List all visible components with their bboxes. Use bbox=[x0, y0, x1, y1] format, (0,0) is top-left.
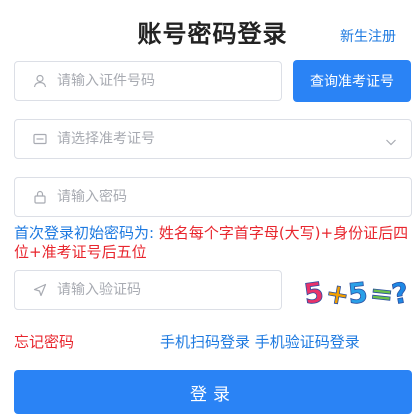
qr-login-link[interactable]: 手机扫码登录 bbox=[160, 333, 250, 351]
initial-password-hint: 首次登录初始密码为: 姓名每个字首字母(大写)+身份证后四位+准考证号后五位 bbox=[14, 224, 414, 262]
lock-icon bbox=[33, 190, 47, 204]
page-title: 账号密码登录 bbox=[137, 20, 288, 48]
captcha-graphic: 5+5 =? bbox=[301, 275, 411, 313]
exam-number-select-input[interactable] bbox=[57, 131, 257, 147]
id-card-icon bbox=[33, 132, 47, 146]
password-field[interactable] bbox=[14, 177, 412, 217]
captcha-glyph: 5 bbox=[346, 276, 369, 311]
login-button[interactable]: 登录 bbox=[14, 370, 412, 414]
captcha-image[interactable]: 5 +5 =? bbox=[296, 272, 414, 313]
send-icon bbox=[33, 283, 47, 297]
captcha-glyph: ? bbox=[389, 276, 411, 311]
sms-login-link[interactable]: 手机验证码登录 bbox=[255, 333, 360, 351]
captcha-glyph: 5 bbox=[302, 276, 326, 311]
user-icon bbox=[33, 74, 47, 88]
captcha-input[interactable] bbox=[57, 282, 257, 298]
alternate-login-links: 手机扫码登录 手机验证码登录 bbox=[160, 331, 360, 352]
hint-prefix: 首次登录初始密码为: bbox=[14, 224, 159, 242]
chevron-down-icon[interactable] bbox=[385, 133, 397, 146]
new-student-register-link[interactable]: 新生注册 bbox=[340, 26, 396, 46]
forgot-password-link[interactable]: 忘记密码 bbox=[14, 331, 74, 352]
password-input[interactable] bbox=[57, 189, 257, 205]
exam-number-select[interactable] bbox=[14, 119, 412, 159]
captcha-field[interactable] bbox=[14, 270, 282, 310]
query-exam-number-button[interactable]: 查询准考证号 bbox=[293, 60, 411, 102]
id-number-input[interactable] bbox=[57, 73, 257, 89]
id-number-field[interactable] bbox=[14, 61, 282, 101]
